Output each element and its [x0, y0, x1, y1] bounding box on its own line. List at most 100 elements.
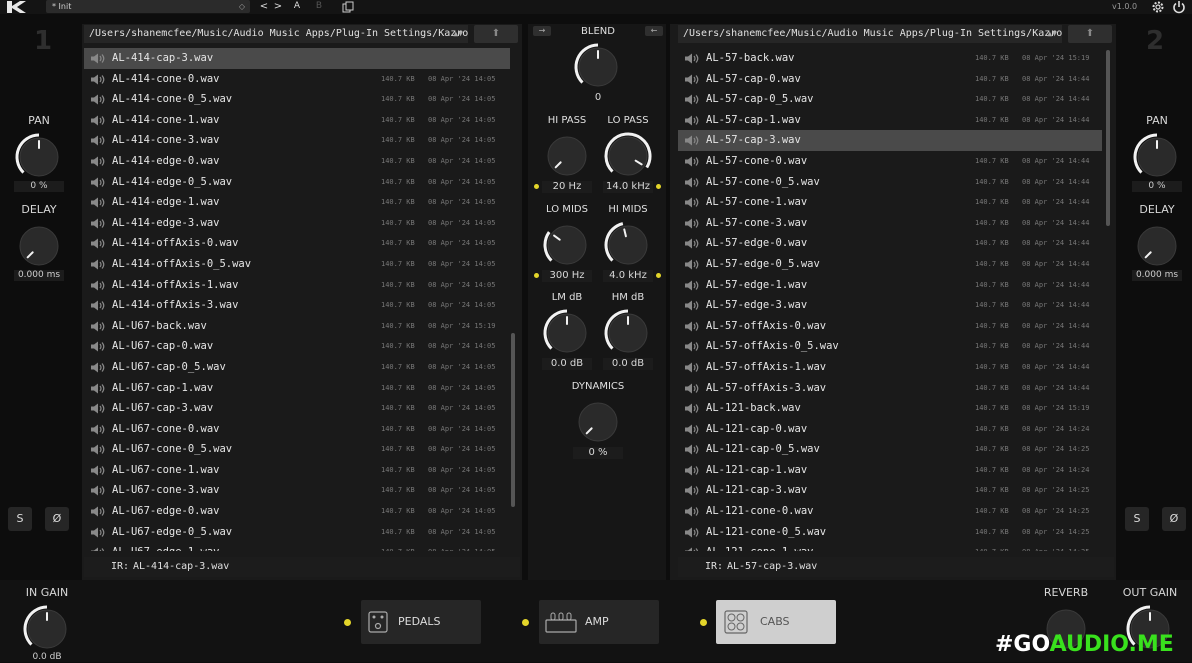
right-folder-up-button[interactable]: ⬆ [1068, 25, 1112, 43]
right-path-selector[interactable]: /Users/shanemcfee/Music/Audio Music Apps… [678, 25, 1062, 43]
left-folder-up-button[interactable]: ⬆ [474, 25, 518, 43]
file-date: 08 Apr '24 14:25 [1022, 507, 1090, 516]
left-pan-knob[interactable] [14, 132, 64, 182]
lomids-knob[interactable] [542, 220, 592, 270]
amp-module-button[interactable]: AMP [539, 600, 659, 644]
left-file-row[interactable]: AL-414-cone-3.wav 140.7 KB 08 Apr '24 14:0… [84, 130, 510, 151]
hmdb-knob[interactable] [603, 308, 653, 358]
right-file-row[interactable]: AL-121-cap-1.wav 140.7 KB 08 Apr '24 14:24 [678, 460, 1102, 481]
hipass-enable-dot[interactable] [534, 184, 539, 189]
left-file-row[interactable]: AL-U67-edge-0_5.wav 140.7 KB 08 Apr '24 14… [84, 522, 510, 543]
left-file-row[interactable]: AL-414-offAxis-1.wav 140.7 KB 08 Apr '24 1… [84, 275, 510, 296]
right-file-row[interactable]: AL-57-offAxis-0_5.wav 140.7 KB 08 Apr '24 … [678, 336, 1102, 357]
left-file-row[interactable]: AL-414-edge-0_5.wav 140.7 KB 08 Apr '24 14… [84, 172, 510, 193]
himids-knob[interactable] [603, 220, 653, 270]
left-file-row[interactable]: AL-U67-cone-0_5.wav 140.7 KB 08 Apr '24 14… [84, 439, 510, 460]
right-file-row[interactable]: AL-121-cap-0_5.wav 140.7 KB 08 Apr '24 14:… [678, 439, 1102, 460]
ab-a-button[interactable]: A [291, 0, 303, 13]
right-file-row[interactable]: AL-57-edge-0_5.wav 140.7 KB 08 Apr '24 14:… [678, 254, 1102, 275]
hipass-knob[interactable] [542, 131, 592, 181]
left-file-list[interactable]: AL-414-cap-3.wav AL-414-cone-0.wav 140.7 K… [84, 48, 510, 551]
lomids-enable-dot[interactable] [534, 273, 539, 278]
right-file-row[interactable]: AL-57-edge-0.wav 140.7 KB 08 Apr '24 14:44 [678, 233, 1102, 254]
left-file-row[interactable]: AL-U67-cone-1.wav 140.7 KB 08 Apr '24 14:0… [84, 460, 510, 481]
right-solo-button[interactable]: S [1125, 507, 1149, 531]
right-file-row[interactable]: AL-121-cap-0.wav 140.7 KB 08 Apr '24 14:24 [678, 419, 1102, 440]
left-delay-knob[interactable] [14, 221, 64, 271]
left-solo-button[interactable]: S [8, 507, 32, 531]
right-file-row[interactable]: AL-57-cap-0_5.wav 140.7 KB 08 Apr '24 14:4… [678, 89, 1102, 110]
left-file-row[interactable]: AL-U67-cone-0.wav 140.7 KB 08 Apr '24 14:0… [84, 419, 510, 440]
left-file-row[interactable]: AL-U67-cone-3.wav 140.7 KB 08 Apr '24 14:0… [84, 480, 510, 501]
right-scrollbar[interactable] [1106, 50, 1110, 226]
lmdb-knob[interactable] [542, 308, 592, 358]
pedals-enable-dot[interactable] [344, 619, 351, 626]
right-file-row[interactable]: AL-57-offAxis-0.wav 140.7 KB 08 Apr '24 14… [678, 316, 1102, 337]
left-file-row[interactable]: AL-414-offAxis-3.wav 140.7 KB 08 Apr '24 1… [84, 295, 510, 316]
right-file-row[interactable]: AL-57-cone-3.wav 140.7 KB 08 Apr '24 14:44 [678, 213, 1102, 234]
left-file-row[interactable]: AL-U67-cap-0.wav 140.7 KB 08 Apr '24 14:05 [84, 336, 510, 357]
right-file-row[interactable]: AL-121-cone-1.wav 140.7 KB 08 Apr '24 14:2… [678, 542, 1102, 551]
right-file-row[interactable]: AL-121-cone-0_5.wav 140.7 KB 08 Apr '24 14… [678, 522, 1102, 543]
left-file-row[interactable]: AL-414-cap-3.wav [84, 48, 510, 69]
next-preset-button[interactable]: > [272, 0, 284, 13]
left-file-row[interactable]: AL-U67-cap-1.wav 140.7 KB 08 Apr '24 14:05 [84, 378, 510, 399]
amp-enable-dot[interactable] [522, 619, 529, 626]
left-file-row[interactable]: AL-U67-edge-0.wav 140.7 KB 08 Apr '24 14:0… [84, 501, 510, 522]
left-file-row[interactable]: AL-414-edge-0.wav 140.7 KB 08 Apr '24 14:0… [84, 151, 510, 172]
ab-b-button[interactable]: B [313, 0, 325, 13]
right-phase-button[interactable]: Ø [1162, 507, 1186, 531]
copy-left-to-right-button[interactable]: → [533, 26, 551, 36]
left-file-row[interactable]: AL-U67-back.wav 140.7 KB 08 Apr '24 15:19 [84, 316, 510, 337]
right-file-row[interactable]: AL-57-offAxis-3.wav 140.7 KB 08 Apr '24 14… [678, 378, 1102, 399]
preset-selector[interactable]: * Init ◇ [46, 0, 250, 13]
left-file-row[interactable]: AL-U67-edge-1.wav 140.7 KB 08 Apr '24 14:0… [84, 542, 510, 551]
right-file-row[interactable]: AL-121-back.wav 140.7 KB 08 Apr '24 15:19 [678, 398, 1102, 419]
right-file-row[interactable]: AL-57-cap-3.wav [678, 130, 1102, 151]
left-file-row[interactable]: AL-414-cone-1.wav 140.7 KB 08 Apr '24 14:0… [84, 110, 510, 131]
right-file-row[interactable]: AL-57-cone-1.wav 140.7 KB 08 Apr '24 14:44 [678, 192, 1102, 213]
gear-icon[interactable] [1151, 0, 1165, 14]
in-gain-knob[interactable] [22, 604, 72, 654]
right-file-row[interactable]: AL-57-cap-1.wav 140.7 KB 08 Apr '24 14:44 [678, 110, 1102, 131]
right-file-row[interactable]: AL-57-offAxis-1.wav 140.7 KB 08 Apr '24 14… [678, 357, 1102, 378]
power-icon[interactable] [1172, 0, 1186, 14]
left-file-row[interactable]: AL-414-offAxis-0.wav 140.7 KB 08 Apr '24 1… [84, 233, 510, 254]
copy-icon[interactable] [342, 1, 354, 13]
dynamics-knob[interactable] [573, 397, 623, 447]
right-file-row[interactable]: AL-57-cone-0.wav 140.7 KB 08 Apr '24 14:44 [678, 151, 1102, 172]
right-file-row[interactable]: AL-121-cone-0.wav 140.7 KB 08 Apr '24 14:2… [678, 501, 1102, 522]
prev-preset-button[interactable]: < [258, 0, 270, 13]
right-file-list[interactable]: AL-57-back.wav 140.7 KB 08 Apr '24 15:19 AL… [678, 48, 1102, 551]
right-file-row[interactable]: AL-57-cone-0_5.wav 140.7 KB 08 Apr '24 14:… [678, 172, 1102, 193]
speaker-icon [685, 485, 699, 496]
file-name: AL-57-edge-0.wav [706, 237, 808, 250]
lopass-knob[interactable] [603, 131, 653, 181]
pedals-label: PEDALS [398, 615, 441, 628]
right-file-row[interactable]: AL-121-cap-3.wav 140.7 KB 08 Apr '24 14:25 [678, 480, 1102, 501]
file-date: 08 Apr '24 14:05 [428, 115, 496, 124]
left-path-selector[interactable]: /Users/shanemcfee/Music/Audio Music Apps… [84, 25, 468, 43]
right-file-row[interactable]: AL-57-cap-0.wav 140.7 KB 08 Apr '24 14:44 [678, 69, 1102, 90]
cabs-enable-dot[interactable] [700, 619, 707, 626]
right-file-row[interactable]: AL-57-back.wav 140.7 KB 08 Apr '24 15:19 [678, 48, 1102, 69]
left-file-row[interactable]: AL-414-edge-3.wav 140.7 KB 08 Apr '24 14:0… [84, 213, 510, 234]
left-phase-button[interactable]: Ø [45, 507, 69, 531]
copy-right-to-left-button[interactable]: ← [645, 26, 663, 36]
cabs-module-button[interactable]: CABS [716, 600, 836, 644]
left-scrollbar[interactable] [511, 333, 515, 507]
right-file-row[interactable]: AL-57-edge-1.wav 140.7 KB 08 Apr '24 14:44 [678, 275, 1102, 296]
left-file-row[interactable]: AL-414-cone-0.wav 140.7 KB 08 Apr '24 14:0… [84, 69, 510, 90]
left-file-row[interactable]: AL-U67-cap-3.wav 140.7 KB 08 Apr '24 14:05 [84, 398, 510, 419]
left-file-row[interactable]: AL-414-edge-1.wav 140.7 KB 08 Apr '24 14:0… [84, 192, 510, 213]
left-file-row[interactable]: AL-U67-cap-0_5.wav 140.7 KB 08 Apr '24 14:… [84, 357, 510, 378]
right-delay-knob[interactable] [1132, 221, 1182, 271]
right-pan-knob[interactable] [1132, 132, 1182, 182]
left-file-row[interactable]: AL-414-cone-0_5.wav 140.7 KB 08 Apr '24 14… [84, 89, 510, 110]
left-file-row[interactable]: AL-414-offAxis-0_5.wav 140.7 KB 08 Apr '24… [84, 254, 510, 275]
pedals-module-button[interactable]: PEDALS [361, 600, 481, 644]
right-file-row[interactable]: AL-57-edge-3.wav 140.7 KB 08 Apr '24 14:44 [678, 295, 1102, 316]
himids-enable-dot[interactable] [656, 273, 661, 278]
lopass-enable-dot[interactable] [656, 184, 661, 189]
blend-knob[interactable] [573, 42, 623, 92]
